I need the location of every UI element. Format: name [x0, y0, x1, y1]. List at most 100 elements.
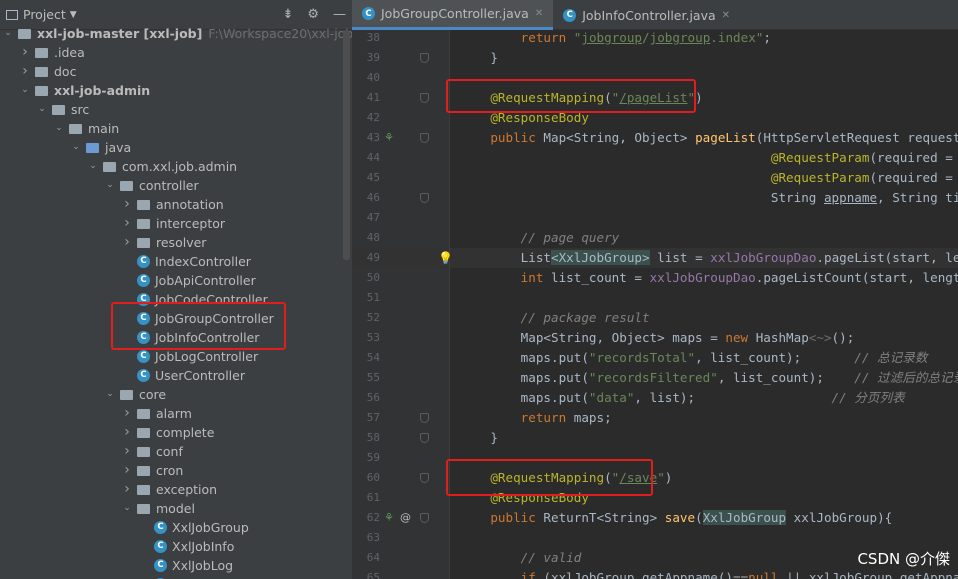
line-number: 43 — [366, 131, 380, 144]
tree-item[interactable]: ›CXxlJobLogGl — [138, 575, 246, 579]
code-line[interactable]: } — [460, 48, 498, 68]
chevron-right-icon[interactable]: › — [19, 43, 31, 62]
chevron-down-icon[interactable]: ⌄ — [70, 138, 82, 157]
endpoint-gutter-icon[interactable]: ⚘ — [384, 508, 394, 528]
fold-marker-icon[interactable] — [420, 433, 429, 443]
tree-item[interactable]: ›CXxlJobLog — [138, 556, 233, 575]
tree-item[interactable]: ⌄ xxl-job-admin — [19, 81, 150, 100]
code-line[interactable]: List<XxlJobGroup> list = xxlJobGroupDao.… — [460, 248, 958, 268]
code-line[interactable]: int list_count = xxlJobGroupDao.pageList… — [460, 268, 958, 288]
close-icon[interactable]: ✕ — [535, 8, 543, 19]
line-number: 61 — [366, 491, 380, 504]
class-icon: C — [137, 255, 150, 268]
tree-item[interactable]: › annotation — [121, 195, 223, 214]
tree-item[interactable]: ›CXxlJobGroup — [138, 518, 249, 537]
code-line[interactable]: } — [460, 428, 498, 448]
chevron-right-icon[interactable]: › — [121, 442, 133, 461]
chevron-right-icon[interactable]: › — [121, 233, 133, 252]
tree-item-label: XxlJobInfo — [172, 539, 235, 554]
editor-gutter[interactable]: 38 39 40 41 42 43 ⚘ 44 45 46 47 48 49 💡 50 51 52 53 54 55 56… — [352, 30, 453, 579]
endpoint-gutter-icon[interactable]: ⚘ — [384, 128, 394, 148]
chevron-down-icon[interactable]: ⌄ — [104, 385, 116, 404]
chevron-down-icon[interactable]: ⌄ — [2, 24, 14, 43]
code-line[interactable]: // package result — [460, 308, 650, 328]
annotation-gutter-icon[interactable]: @ — [400, 508, 411, 528]
tree-item[interactable]: ⌄ core — [104, 385, 166, 404]
line-number: 46 — [366, 191, 380, 204]
chevron-right-icon[interactable]: › — [121, 423, 133, 442]
code-line[interactable]: public ReturnT<String> save(XxlJobGroup … — [460, 508, 892, 528]
fold-marker-icon[interactable] — [420, 93, 429, 103]
chevron-down-icon[interactable]: ⌄ — [19, 81, 31, 100]
tab-jobinfocontroller[interactable]: C JobInfoController.java ✕ — [553, 0, 740, 30]
tree-item[interactable]: ⌄ controller — [104, 176, 198, 195]
close-icon[interactable]: ✕ — [722, 10, 730, 21]
tree-item[interactable]: › resolver — [121, 233, 206, 252]
tree-item[interactable]: ›CXxlJobInfo — [138, 537, 234, 556]
tree-item[interactable]: ⌄ main — [53, 119, 119, 138]
code-line[interactable]: // valid — [460, 548, 582, 568]
chevron-down-icon[interactable]: ⌄ — [36, 100, 48, 119]
module-icon — [35, 85, 48, 96]
project-title[interactable]: Project — [23, 7, 66, 22]
code-line[interactable]: @RequestParam(required = false — [460, 168, 958, 188]
chevron-right-icon[interactable]: › — [121, 214, 133, 233]
tree-item[interactable]: › cron — [121, 461, 183, 480]
code-line[interactable]: if (xxlJobGroup.getAppname()==null || xx… — [460, 568, 958, 579]
tree-item[interactable]: ›CJobApiController — [121, 271, 256, 290]
tree-item[interactable]: ⌄ com.xxl.job.admin — [87, 157, 237, 176]
chevron-down-icon[interactable]: ⌄ — [104, 176, 116, 195]
code-line[interactable]: maps.put("recordsFiltered", list_count);… — [460, 368, 958, 388]
tree-item[interactable]: ⌄ xxl-job-master [xxl-job] F:\Workspace20\… — [2, 24, 352, 43]
code-line[interactable]: maps.put("data", list); // 分页列表 — [460, 388, 905, 408]
code-line[interactable]: return "jobgroup/jobgroup.index"; — [460, 30, 771, 48]
chevron-down-icon[interactable]: ⌄ — [87, 157, 99, 176]
package-icon — [103, 161, 116, 172]
code-line[interactable]: String appname, String title) — [460, 188, 958, 208]
hide-panel-icon[interactable]: — — [333, 7, 346, 22]
code-line[interactable]: maps.put("recordsTotal", list_count); //… — [460, 348, 928, 368]
code-line[interactable]: @RequestParam(required = false — [460, 148, 958, 168]
fold-marker-icon[interactable] — [420, 413, 429, 423]
fold-marker-icon[interactable] — [420, 473, 429, 483]
chevron-right-icon[interactable]: › — [121, 404, 133, 423]
tab-jobgroupcontroller[interactable]: C JobGroupController.java ✕ — [352, 0, 554, 30]
chevron-down-icon[interactable]: ⌄ — [121, 499, 133, 518]
chevron-right-icon[interactable]: › — [121, 195, 133, 214]
fold-marker-icon[interactable] — [420, 133, 429, 143]
tree-item-label: alarm — [156, 406, 192, 421]
tree-item[interactable]: › conf — [121, 442, 183, 461]
tree-item[interactable]: › .idea — [19, 43, 85, 62]
fold-marker-icon[interactable] — [420, 193, 429, 203]
fold-marker-icon[interactable] — [420, 513, 429, 523]
tree-item[interactable]: ⌄ java — [70, 138, 131, 157]
chevron-down-icon[interactable]: ⌄ — [53, 119, 65, 138]
chevron-down-icon[interactable]: ▼ — [70, 10, 77, 20]
line-number: 41 — [366, 91, 380, 104]
tree-item[interactable]: › alarm — [121, 404, 192, 423]
chevron-right-icon[interactable]: › — [121, 480, 133, 499]
line-number: 49 — [366, 251, 380, 264]
tree-item[interactable]: ⌄ model — [121, 499, 195, 518]
tree-item[interactable]: › complete — [121, 423, 214, 442]
tree-item[interactable]: › doc — [19, 62, 76, 81]
tree-item[interactable]: › exception — [121, 480, 217, 499]
code-line[interactable]: // page query — [460, 228, 620, 248]
code-line[interactable]: Map<String, Object> maps = new HashMap<~… — [460, 328, 855, 348]
fold-marker-icon[interactable] — [420, 53, 429, 63]
code-line[interactable]: return maps; — [460, 408, 612, 428]
tree-item[interactable]: › interceptor — [121, 214, 225, 233]
chevron-right-icon[interactable]: › — [19, 62, 31, 81]
tree-item-label: com.xxl.job.admin — [122, 159, 238, 174]
tree-item[interactable]: ›CUserController — [121, 366, 245, 385]
tree-item[interactable]: ›CIndexController — [121, 252, 251, 271]
tree-item-label: model — [156, 501, 195, 516]
tree-scrollbar[interactable] — [343, 30, 350, 260]
folder-icon — [35, 66, 48, 77]
code-line[interactable]: public Map<String, Object> pageList(Http… — [460, 128, 958, 148]
chevron-right-icon[interactable]: › — [121, 461, 133, 480]
line-number: 44 — [366, 151, 380, 164]
collapse-all-icon[interactable]: ⇟ — [282, 7, 293, 22]
gear-icon[interactable]: ⚙ — [307, 7, 319, 22]
tree-item[interactable]: ⌄ src — [36, 100, 89, 119]
